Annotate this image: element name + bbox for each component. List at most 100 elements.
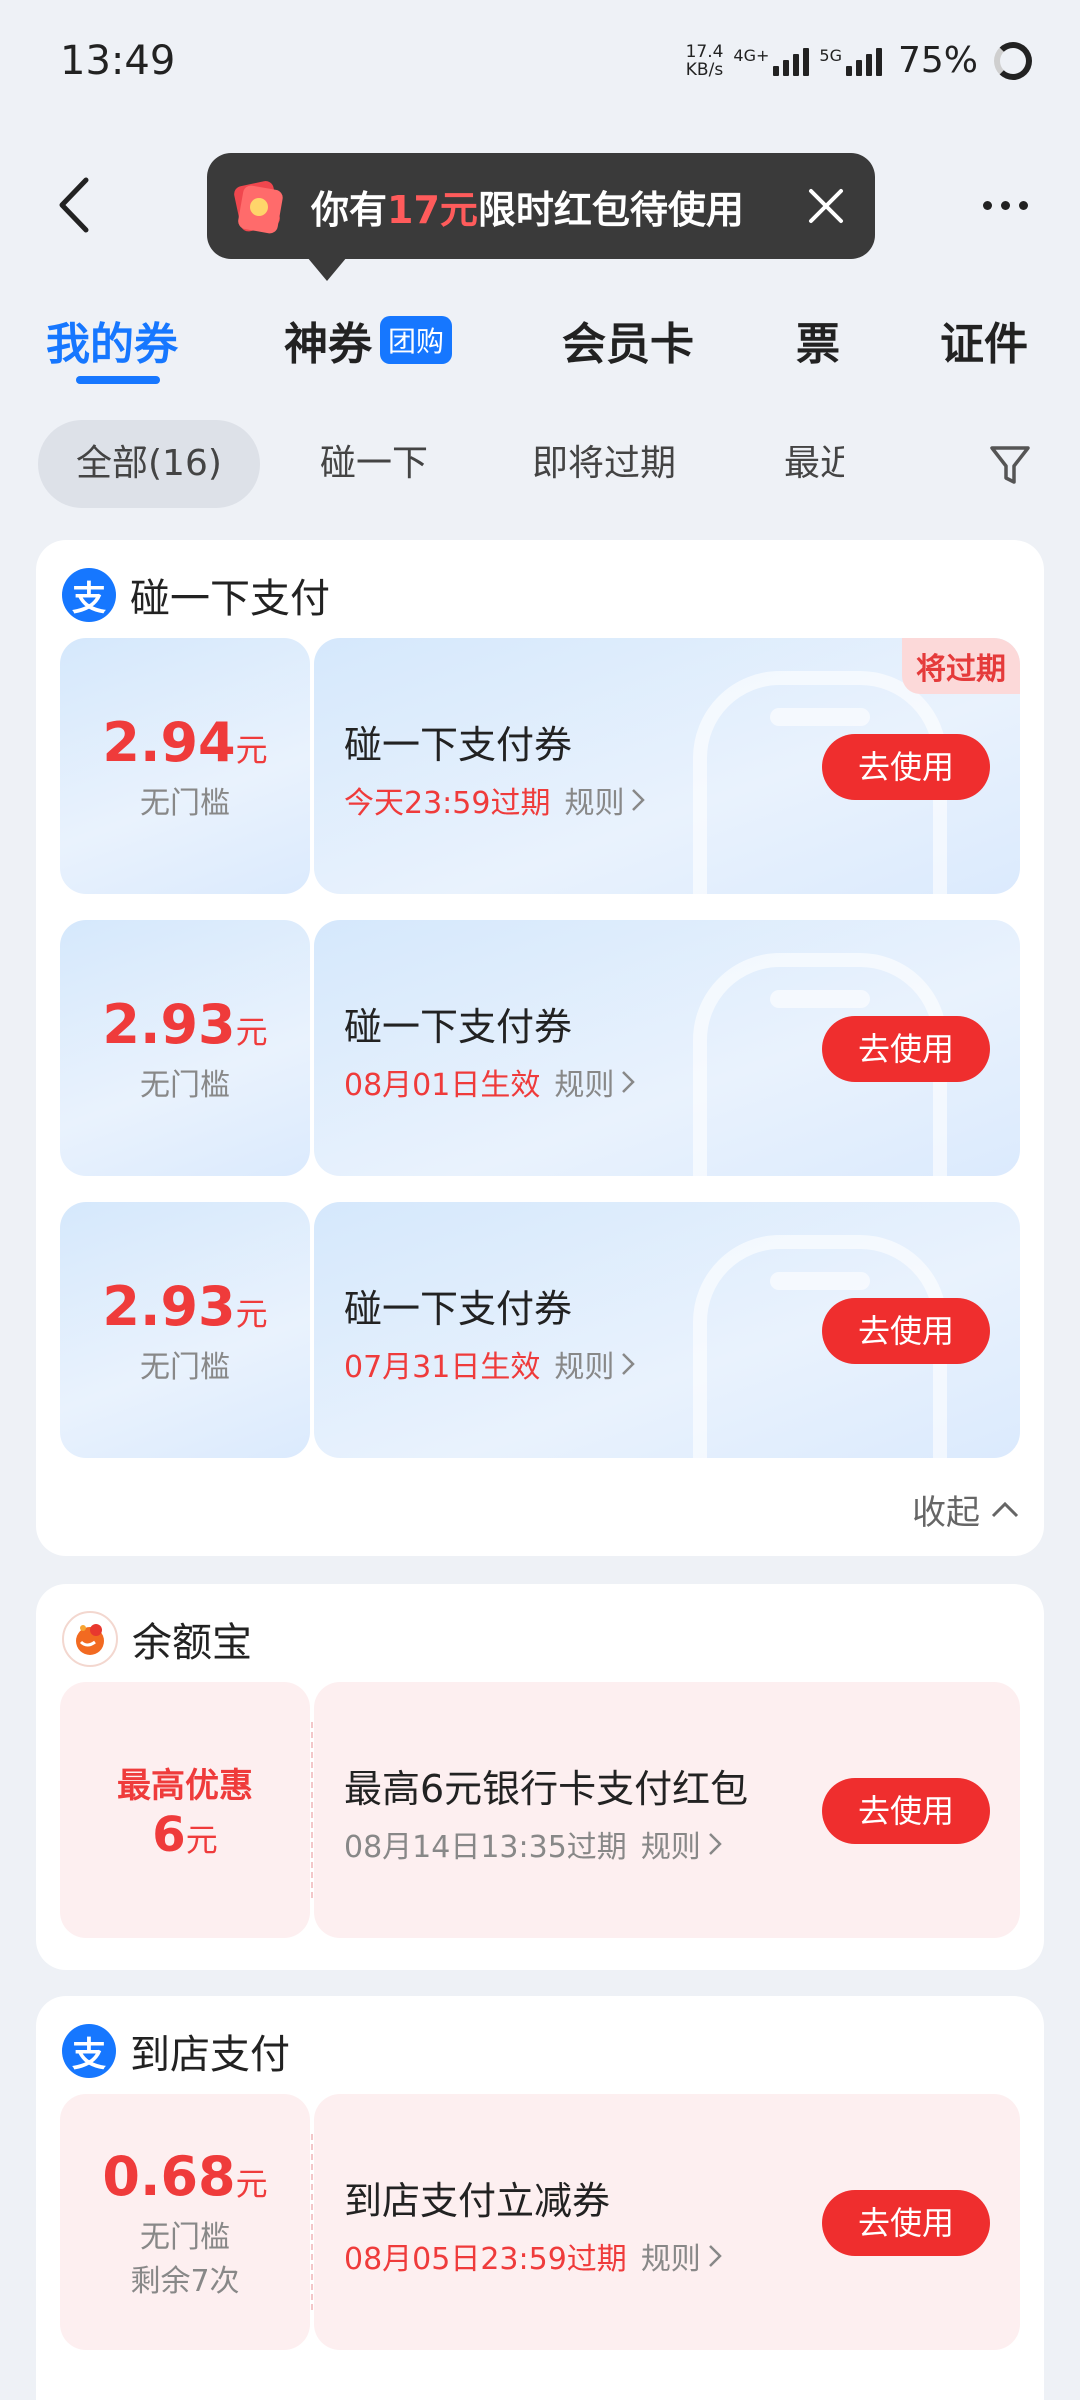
network-speed: 17.4 KB/s [685, 41, 724, 80]
use-button[interactable]: 去使用 [822, 734, 990, 800]
filter-icon[interactable] [988, 442, 1032, 488]
coupon-card[interactable]: 2.93元 无门槛 碰一下支付券 07月31日生效 规则 去使用 [60, 1202, 1020, 1458]
coupon-threshold: 无门槛 [140, 2219, 230, 2255]
filter-recent[interactable]: 最近 [784, 420, 844, 508]
close-icon[interactable] [803, 183, 849, 229]
alipay-logo-icon: 支 [62, 568, 116, 622]
coupon-validity: 07月31日生效 [344, 1350, 541, 1385]
use-button[interactable]: 去使用 [822, 1016, 990, 1082]
coupon-threshold: 无门槛 [140, 785, 230, 821]
back-button[interactable] [50, 170, 100, 240]
coupon-validity: 08月01日生效 [344, 1068, 541, 1103]
rules-link[interactable]: 规则 [641, 2234, 723, 2278]
status-time: 13:49 [60, 38, 176, 84]
coupon-title: 碰一下支付券 [344, 1287, 573, 1331]
dashed-divider [311, 2134, 313, 2310]
coupon-card[interactable]: 2.93元 无门槛 碰一下支付券 08月01日生效 规则 去使用 [60, 920, 1020, 1176]
signal-5g-icon: 5G [819, 46, 882, 76]
use-button[interactable]: 去使用 [822, 1778, 990, 1844]
coupon-amount: 0.68元 [102, 2144, 268, 2208]
status-bar: 13:49 17.4 KB/s 4G+ 5G 75% [0, 0, 1080, 130]
chevron-up-icon [991, 1501, 1019, 1517]
rules-link[interactable]: 规则 [641, 1822, 723, 1866]
section-in-store-pay: 支 到店支付 0.68元 无门槛 剩余7次 到店支付立减券 08月05日23:5… [36, 1996, 1044, 2400]
coupon-title: 到店支付立减券 [344, 2179, 611, 2223]
chevron-right-icon [622, 1353, 636, 1375]
tab-my-coupons[interactable]: 我的券 [46, 308, 178, 372]
coupon-validity: 今天23:59过期 [344, 786, 551, 821]
top-tabs: 我的券 神券 团购 会员卡 票 证件 [0, 290, 1080, 390]
filter-all[interactable]: 全部(16) [38, 420, 260, 508]
chevron-left-icon [59, 177, 89, 233]
coupon-value-panel: 2.94元 无门槛 [60, 638, 310, 894]
coupon-card[interactable]: 0.68元 无门槛 剩余7次 到店支付立减券 08月05日23:59过期 规则 … [60, 2094, 1020, 2350]
section-tap-pay: 支 碰一下支付 2.94元 无门槛 碰一下支付券 今天23:59过期 规则 去使… [36, 540, 1044, 1556]
coupon-validity: 08月14日13:35过期 [344, 1830, 627, 1865]
coupon-threshold: 无门槛 [140, 1349, 230, 1385]
chevron-right-icon [632, 789, 646, 811]
coupon-max-label: 最高优惠 [117, 1765, 253, 1806]
section-header: 余额宝 [62, 1610, 252, 1668]
section-title: 到店支付 [130, 2032, 290, 2078]
coupon-value-panel: 0.68元 无门槛 剩余7次 [60, 2094, 310, 2350]
coupon-info-panel: 碰一下支付券 07月31日生效 规则 去使用 [314, 1202, 1020, 1458]
coupon-threshold: 无门槛 [140, 1067, 230, 1103]
chevron-right-icon [622, 1071, 636, 1093]
chevron-right-icon [708, 2245, 722, 2267]
signal-4g-icon: 4G+ [733, 46, 810, 76]
dot-icon [1018, 200, 1028, 210]
section-header: 支 到店支付 [62, 2022, 290, 2080]
more-options-button[interactable] [975, 185, 1035, 225]
coupon-value-panel: 最高优惠 6元 [60, 1682, 310, 1938]
coupon-validity-row: 08月01日生效 规则 [344, 1060, 636, 1104]
rules-link[interactable]: 规则 [554, 1342, 636, 1386]
coupon-info-panel: 碰一下支付券 今天23:59过期 规则 去使用 将过期 [314, 638, 1020, 894]
use-button[interactable]: 去使用 [822, 1298, 990, 1364]
active-tab-indicator [76, 376, 160, 384]
rules-link[interactable]: 规则 [554, 1060, 636, 1104]
use-button[interactable]: 去使用 [822, 2190, 990, 2256]
tab-membership-cards[interactable]: 会员卡 [562, 308, 694, 372]
coupon-amount: 2.94元 [102, 710, 268, 774]
collapse-button[interactable]: 收起 [912, 1485, 1020, 1534]
coupon-validity-row: 08月05日23:59过期 规则 [344, 2234, 723, 2278]
alipay-logo-icon: 支 [62, 2024, 116, 2078]
expiring-badge: 将过期 [902, 638, 1020, 694]
battery-icon [994, 41, 1032, 80]
coupon-amount: 2.93元 [102, 992, 268, 1056]
coupon-validity-row: 07月31日生效 规则 [344, 1342, 636, 1386]
coupon-validity: 08月05日23:59过期 [344, 2242, 627, 2277]
dot-icon [982, 200, 992, 210]
coupon-title: 碰一下支付券 [344, 1005, 573, 1049]
tab-certificates[interactable]: 证件 [940, 308, 1028, 372]
red-packet-icon [234, 181, 283, 234]
group-buy-badge: 团购 [380, 316, 453, 364]
dashed-divider [311, 1722, 313, 1898]
coupon-amount: 2.93元 [102, 1274, 268, 1338]
coupon-value-panel: 2.93元 无门槛 [60, 1202, 310, 1458]
coupon-info-panel: 到店支付立减券 08月05日23:59过期 规则 去使用 [314, 2094, 1020, 2350]
coupon-info-panel: 最高6元银行卡支付红包 08月14日13:35过期 规则 去使用 [314, 1682, 1020, 1938]
section-yuebao: 余额宝 最高优惠 6元 最高6元银行卡支付红包 08月14日13:35过期 规则… [36, 1584, 1044, 1970]
filter-chips: 全部(16) 碰一下 即将过期 最近 [0, 420, 1080, 510]
tab-super-coupons[interactable]: 神券 团购 [284, 308, 453, 372]
status-icons: 17.4 KB/s 4G+ 5G 75% [686, 40, 1032, 81]
coupon-card[interactable]: 最高优惠 6元 最高6元银行卡支付红包 08月14日13:35过期 规则 去使用 [60, 1682, 1020, 1938]
coupon-title: 碰一下支付券 [344, 723, 573, 767]
coupon-value-panel: 2.93元 无门槛 [60, 920, 310, 1176]
coupon-info-panel: 碰一下支付券 08月01日生效 规则 去使用 [314, 920, 1020, 1176]
promo-tooltip[interactable]: 你有17元限时红包待使用 [207, 153, 875, 281]
section-title: 余额宝 [132, 1620, 252, 1666]
coupon-card[interactable]: 2.94元 无门槛 碰一下支付券 今天23:59过期 规则 去使用 将过期 [60, 638, 1020, 894]
filter-tap-pay[interactable]: 碰一下 [320, 420, 428, 508]
section-title: 碰一下支付 [130, 576, 330, 622]
yuebao-logo-icon [62, 1611, 118, 1667]
chevron-right-icon [708, 1833, 722, 1855]
tab-tickets[interactable]: 票 [796, 308, 840, 372]
battery-level: 75% [897, 40, 978, 81]
rules-link[interactable]: 规则 [564, 778, 646, 822]
promo-message: 你有17元限时红包待使用 [311, 187, 744, 232]
coupon-title: 最高6元银行卡支付红包 [344, 1767, 749, 1811]
filter-expiring-soon[interactable]: 即将过期 [532, 420, 676, 508]
coupon-validity-row: 今天23:59过期 规则 [344, 778, 646, 822]
